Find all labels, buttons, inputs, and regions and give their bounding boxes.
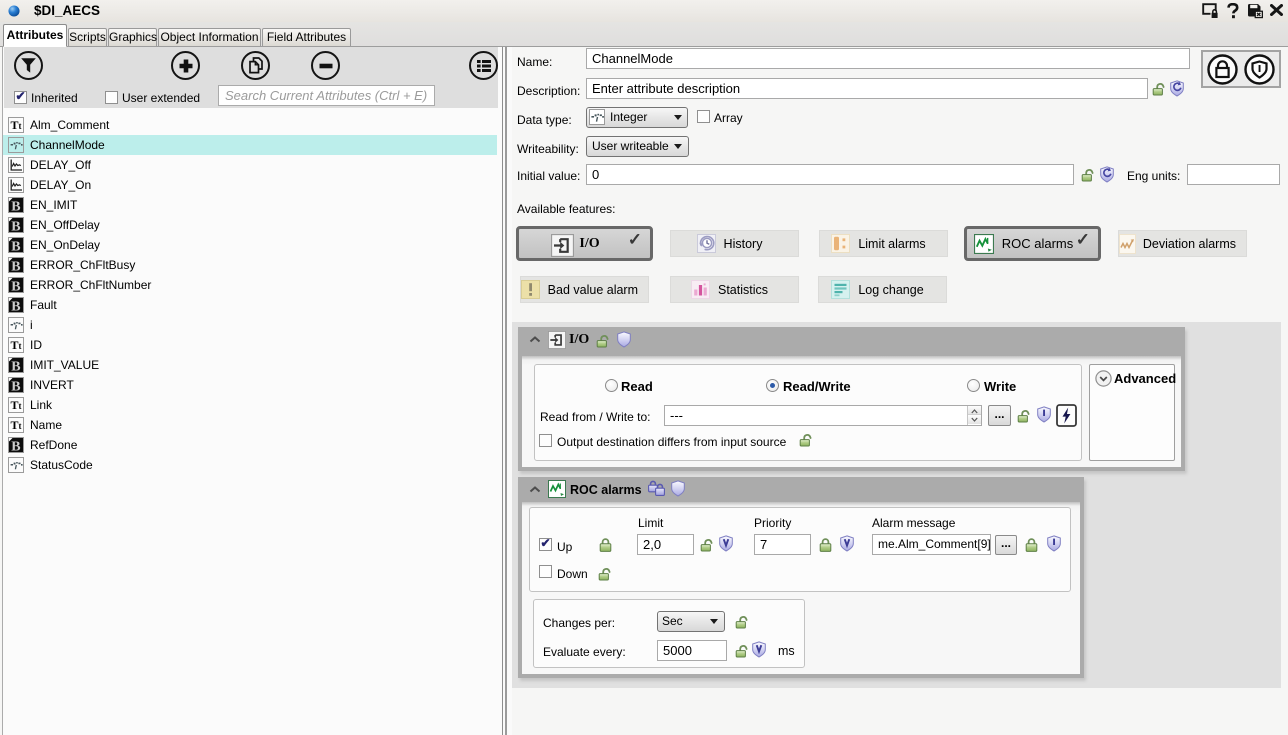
svg-text:B: B bbox=[11, 279, 20, 292]
svg-text:B: B bbox=[11, 239, 20, 252]
svg-text:B: B bbox=[11, 439, 20, 452]
svg-text:B: B bbox=[11, 199, 20, 212]
svg-text:B: B bbox=[11, 219, 20, 232]
svg-text:B: B bbox=[11, 299, 20, 312]
svg-text:B: B bbox=[11, 259, 20, 272]
svg-text:B: B bbox=[11, 379, 20, 392]
svg-text:B: B bbox=[11, 359, 20, 372]
